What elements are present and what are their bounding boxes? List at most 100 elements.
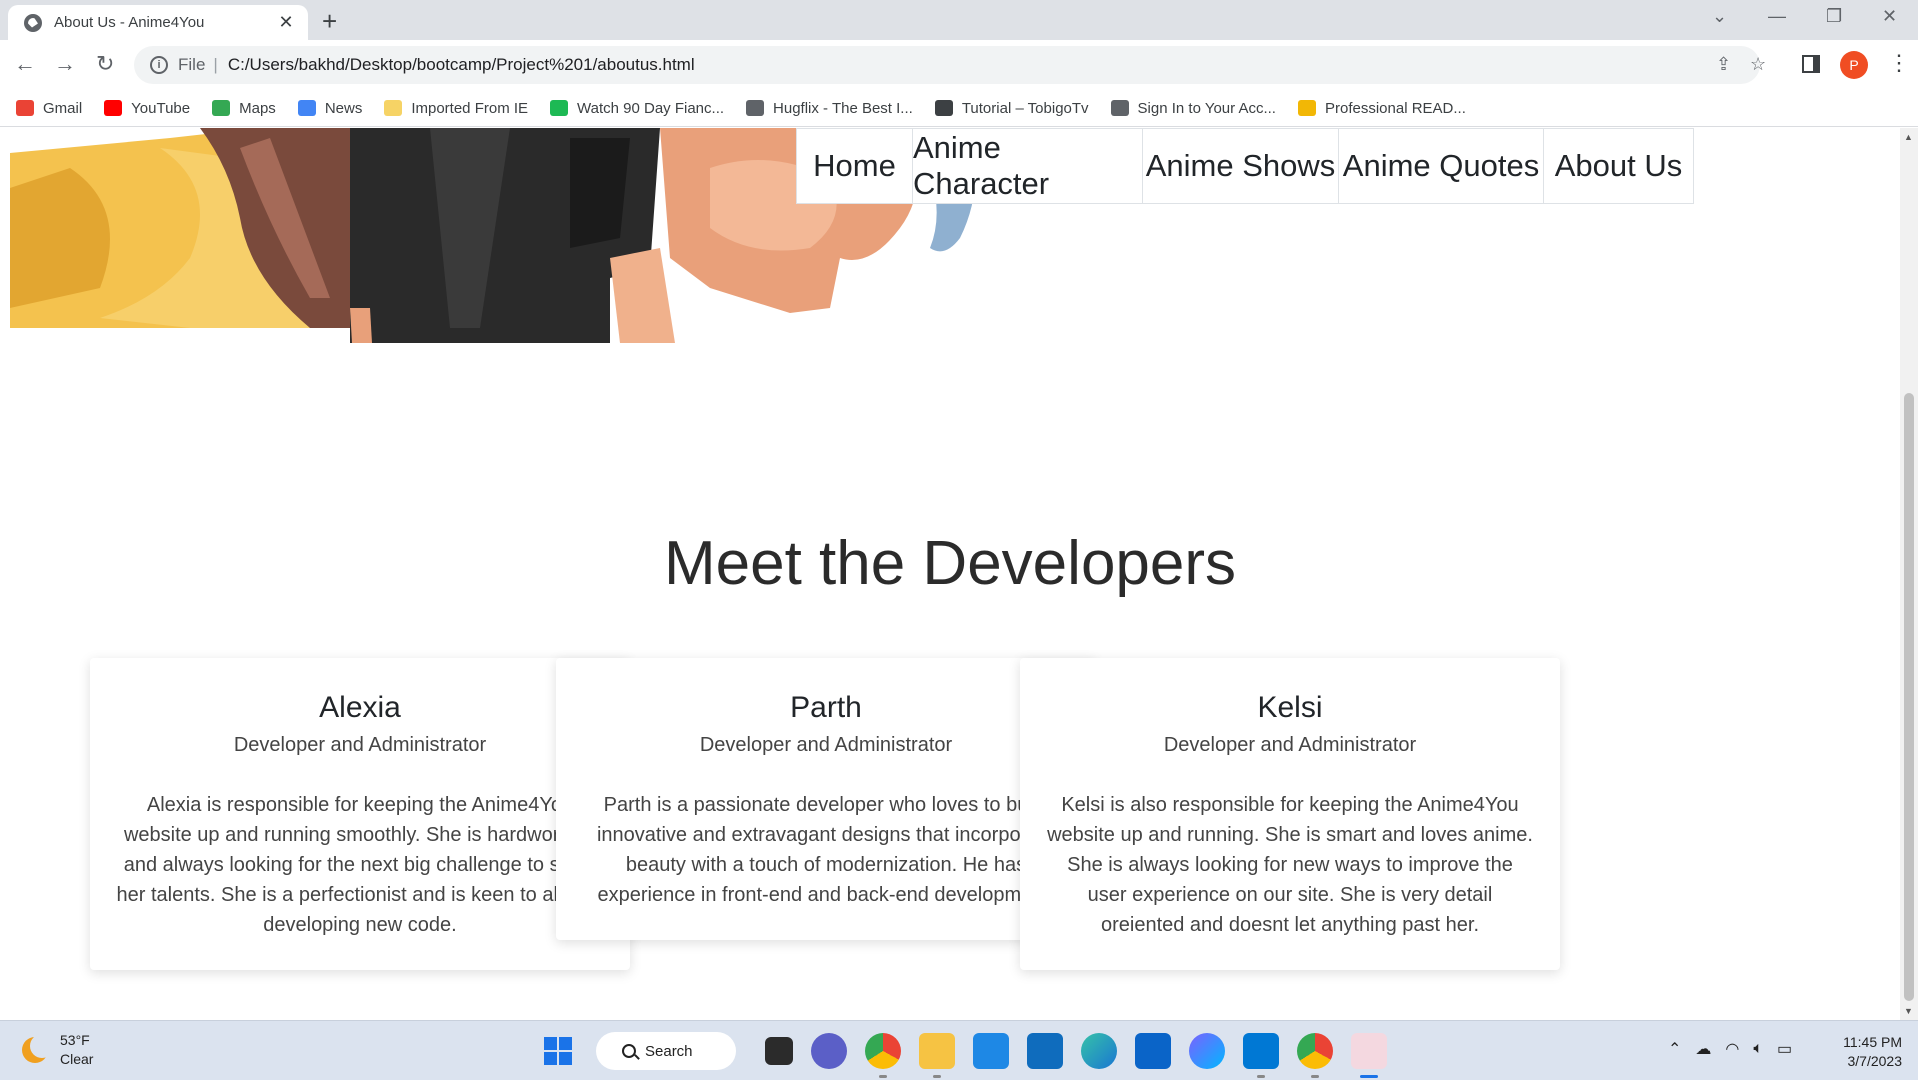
profile-avatar[interactable]: P (1840, 51, 1868, 79)
nav-home[interactable]: Home (796, 128, 913, 204)
volume-icon[interactable]: 🔈︎ (1753, 1040, 1763, 1058)
taskbar-apps: Search (544, 1032, 1396, 1078)
bookmark-label: Gmail (43, 99, 83, 117)
search-icon (622, 1044, 636, 1058)
moon-icon (22, 1034, 54, 1063)
weather-widget[interactable]: 53°F Clear (22, 1031, 93, 1069)
file-explorer-icon[interactable] (919, 1033, 955, 1078)
tobigo-icon (934, 100, 953, 116)
nav-anime-character[interactable]: Anime Character (912, 128, 1143, 204)
bookmark-item[interactable]: News (297, 99, 363, 117)
bookmark-label: Tutorial – TobigoTv (961, 99, 1089, 117)
nav-anime-quotes[interactable]: Anime Quotes (1338, 128, 1544, 204)
scroll-up-icon[interactable]: ▲ (1904, 132, 1913, 142)
bookmark-item[interactable]: Professional READ... (1297, 99, 1466, 117)
fs-icon (1297, 100, 1316, 116)
youtube-icon (104, 100, 123, 116)
developer-role: Developer and Administrator (699, 734, 953, 756)
bookmark-label: YouTube (131, 99, 191, 117)
globe-icon (1110, 100, 1129, 116)
l-app-icon[interactable] (973, 1033, 1009, 1069)
bookmark-item[interactable]: Watch 90 Day Fianc... (550, 100, 724, 117)
cloud-icon[interactable]: ☁ (1695, 1039, 1711, 1059)
bookmark-star-icon[interactable]: ☆ (1750, 54, 1766, 75)
share-icon[interactable]: ⇪ (1716, 54, 1731, 75)
url-separator: | (213, 55, 218, 74)
scrollbar-thumb[interactable] (1904, 393, 1914, 1001)
info-icon[interactable]: i (150, 56, 168, 74)
side-panel-icon[interactable] (1802, 55, 1820, 73)
mail-icon[interactable] (1135, 1033, 1171, 1069)
tab-close-icon[interactable]: ✕ (276, 12, 296, 33)
close-window-icon[interactable]: ✕ (1882, 6, 1897, 27)
tab-strip: About Us - Anime4You ✕ + ⌄ — ❐ ✕ (0, 0, 1918, 40)
snipping-tool-icon[interactable] (1351, 1033, 1387, 1078)
windows-start-icon[interactable] (544, 1037, 572, 1065)
chrome-dev-icon[interactable] (865, 1033, 901, 1078)
taskbar-search-label: Search (645, 1042, 693, 1060)
chat-icon[interactable] (811, 1033, 847, 1069)
developer-bio: Kelsi is also responsible for keeping th… (1047, 794, 1533, 936)
bookmark-label: Imported From IE (411, 99, 529, 117)
bookmark-label: Professional READ... (1324, 99, 1466, 117)
nav-anime-shows[interactable]: Anime Shows (1142, 128, 1339, 204)
developer-bio: Parth is a passionate developer who love… (596, 794, 1056, 906)
chrome-icon[interactable] (1297, 1033, 1333, 1078)
bookmark-item[interactable]: Tutorial – TobigoTv (934, 99, 1089, 117)
weather-temperature: 53°F (60, 1032, 90, 1048)
wifi-icon[interactable]: ◠ (1725, 1039, 1739, 1059)
bookmark-label: Hugflix - The Best I... (773, 99, 913, 117)
back-icon[interactable]: ← (14, 52, 36, 76)
developer-name: Parth (790, 691, 862, 724)
copilot-icon[interactable] (1189, 1033, 1225, 1069)
clock[interactable]: 11:45 PM 3/7/2023 (1838, 1033, 1902, 1071)
bookmark-item[interactable]: Sign In to Your Acc... (1110, 99, 1276, 117)
page-viewport: Home Anime Character Anime Shows Anime Quot… (0, 128, 1900, 1020)
minimize-icon[interactable]: — (1768, 6, 1786, 27)
developer-bio: Alexia is responsible for keeping the An… (116, 794, 604, 936)
url-scheme: File (178, 55, 206, 74)
developer-card: Parth Developer and Administrator Parth is… (556, 658, 1096, 940)
developer-name: Alexia (319, 691, 401, 724)
bookmark-item[interactable]: Hugflix - The Best I... (746, 100, 913, 117)
address-bar[interactable]: i File | C:/Users/bakhd/Desktop/bootcamp… (134, 46, 1766, 84)
url-text[interactable]: C:/Users/bakhd/Desktop/bootcamp/Project%… (228, 55, 695, 75)
store-icon[interactable] (1027, 1033, 1063, 1069)
reload-icon[interactable]: ↻ (96, 52, 114, 76)
task-view-icon[interactable] (765, 1037, 793, 1065)
site-navbar: Home Anime Character Anime Shows Anime Quot… (796, 128, 1694, 204)
scroll-down-icon[interactable]: ▼ (1904, 1006, 1913, 1016)
new-tab-button[interactable]: + (322, 7, 337, 35)
tab-search-icon[interactable]: ⌄ (1712, 6, 1727, 27)
system-tray: ⌃ ☁ ◠ 🔈︎ ▭ (1668, 1039, 1806, 1059)
menu-icon[interactable]: ⋮ (1888, 50, 1910, 76)
clock-date: 3/7/2023 (1847, 1053, 1903, 1069)
developer-card: Kelsi Developer and Administrator Kelsi is… (1020, 658, 1560, 970)
tab-title: About Us - Anime4You (54, 14, 205, 31)
gmail-icon (16, 100, 34, 116)
maps-icon (212, 100, 231, 116)
edge-icon[interactable] (1081, 1033, 1117, 1069)
bookmark-item[interactable]: Imported From IE (384, 100, 528, 117)
globe-icon (746, 100, 765, 116)
folder-icon (384, 100, 403, 116)
bookmark-item[interactable]: Gmail (16, 100, 82, 117)
browser-tab[interactable]: About Us - Anime4You ✕ (8, 5, 308, 40)
page-scrollbar[interactable]: ▲ ▼ (1900, 128, 1918, 1020)
chevron-up-icon[interactable]: ⌃ (1668, 1039, 1681, 1059)
bookmark-item[interactable]: Maps (212, 100, 276, 117)
bookmarks-bar: Gmail YouTube Maps News Imported From IE Watc… (0, 90, 1918, 127)
taskbar-search[interactable]: Search (596, 1032, 736, 1070)
bookmark-label: Sign In to Your Acc... (1137, 99, 1276, 117)
nav-about-us[interactable]: About Us (1543, 128, 1694, 204)
bookmark-label: News (324, 99, 363, 117)
forward-icon[interactable]: → (54, 52, 76, 76)
developer-name: Kelsi (1257, 691, 1323, 724)
vscode-icon[interactable] (1243, 1033, 1279, 1078)
bookmark-item[interactable]: YouTube (104, 100, 190, 117)
bookmark-label: Maps (239, 99, 276, 117)
developer-card: Alexia Developer and Administrator Alexia … (90, 658, 630, 970)
battery-icon[interactable]: ▭ (1777, 1039, 1792, 1059)
restore-icon[interactable]: ❐ (1826, 6, 1842, 27)
developer-role: Developer and Administrator (1163, 734, 1417, 756)
